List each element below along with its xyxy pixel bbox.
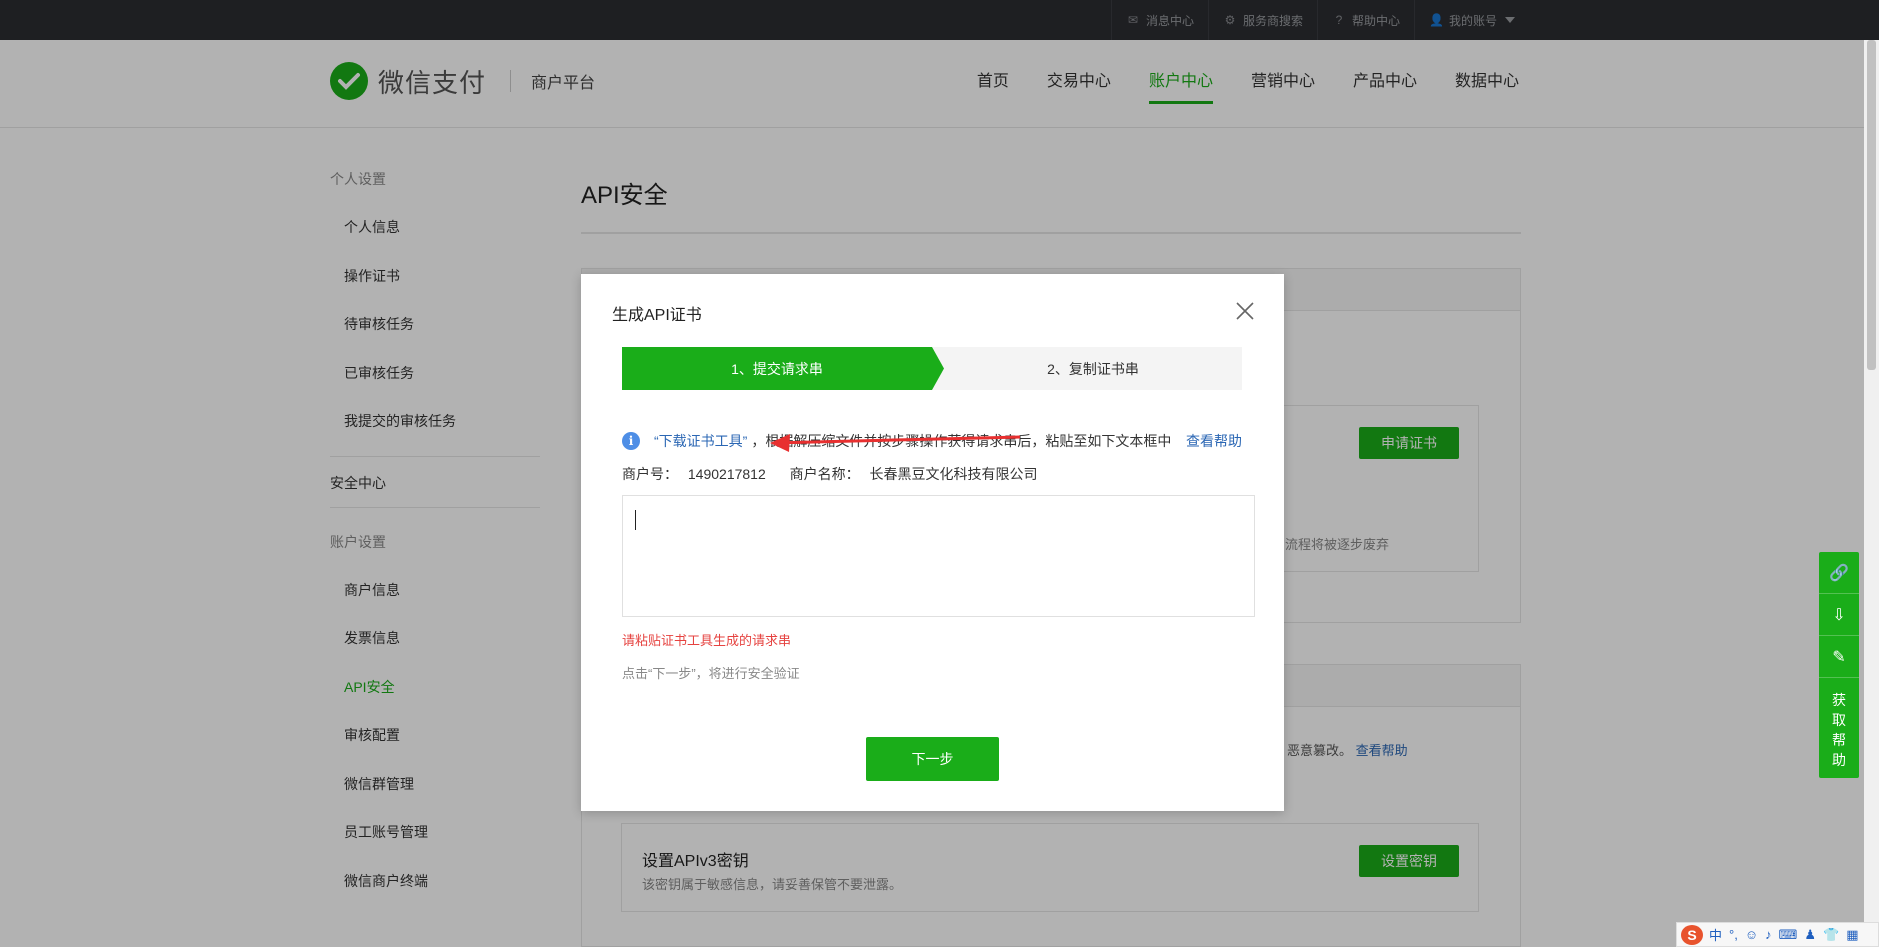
generate-cert-modal: 生成API证书 1、提交请求串 2、复制证书串 i “下载证书工具” ，根据解压… (581, 274, 1284, 811)
download-tool-link[interactable]: “下载证书工具” (654, 431, 747, 451)
floating-help-bar: 🔗 ⇩ ✎ 获取帮助 (1819, 552, 1859, 778)
error-message: 请粘贴证书工具生成的请求串 (622, 633, 792, 648)
info-icon: i (622, 432, 640, 450)
tools-icon[interactable]: ♟ (1804, 927, 1816, 943)
ime-punct-toggle[interactable]: °, (1729, 927, 1738, 942)
emoji-icon[interactable]: ☺ (1745, 927, 1758, 942)
text-caret (635, 510, 636, 530)
merchant-name-label: 商户名称： (789, 466, 860, 482)
modal-help-link[interactable]: 查看帮助 (1186, 431, 1242, 451)
request-string-textarea[interactable] (622, 495, 1255, 617)
skin-icon[interactable]: 👕 (1823, 927, 1839, 943)
link-icon[interactable]: 🔗 (1819, 552, 1859, 594)
ime-lang-toggle[interactable]: 中 (1709, 925, 1722, 944)
hint-text: 点击“下一步”，将进行安全验证 (622, 666, 800, 681)
step-2: 2、复制证书串 (1047, 360, 1139, 377)
get-help-button[interactable]: 获取帮助 (1831, 678, 1847, 770)
next-button[interactable]: 下一步 (866, 737, 999, 781)
modal-title: 生成API证书 (612, 307, 702, 324)
page-scrollbar[interactable] (1864, 40, 1879, 947)
download-icon[interactable]: ⇩ (1819, 594, 1859, 636)
edit-icon[interactable]: ✎ (1819, 636, 1859, 678)
merchant-name-value: 长春黑豆文化科技有限公司 (869, 466, 1038, 482)
keyboard-icon[interactable]: ⌨ (1779, 927, 1798, 943)
step-1: 1、提交请求串 (622, 347, 944, 390)
scrollbar-thumb[interactable] (1867, 40, 1876, 370)
ime-toolbar: S 中 °, ☺ ♪ ⌨ ♟ 👕 ▦ (1676, 922, 1879, 947)
info-text: ，根据解压缩文件并按步骤操作获得请求串后，粘贴至如下文本框中 (751, 433, 1172, 449)
grid-icon[interactable]: ▦ (1846, 927, 1858, 943)
sogou-ime-logo-icon[interactable]: S (1681, 924, 1703, 945)
merchant-id-label: 商户号： (622, 466, 678, 482)
voice-icon[interactable]: ♪ (1765, 927, 1772, 942)
info-row: i “下载证书工具” ，根据解压缩文件并按步骤操作获得请求串后，粘贴至如下文本框… (622, 431, 1242, 451)
merchant-id-value: 1490217812 (687, 466, 766, 482)
step-progress: 1、提交请求串 2、复制证书串 (622, 347, 1242, 390)
close-icon[interactable] (1234, 300, 1256, 322)
merchant-info-row: 商户号： 1490217812 商户名称： 长春黑豆文化科技有限公司 (622, 464, 1044, 484)
